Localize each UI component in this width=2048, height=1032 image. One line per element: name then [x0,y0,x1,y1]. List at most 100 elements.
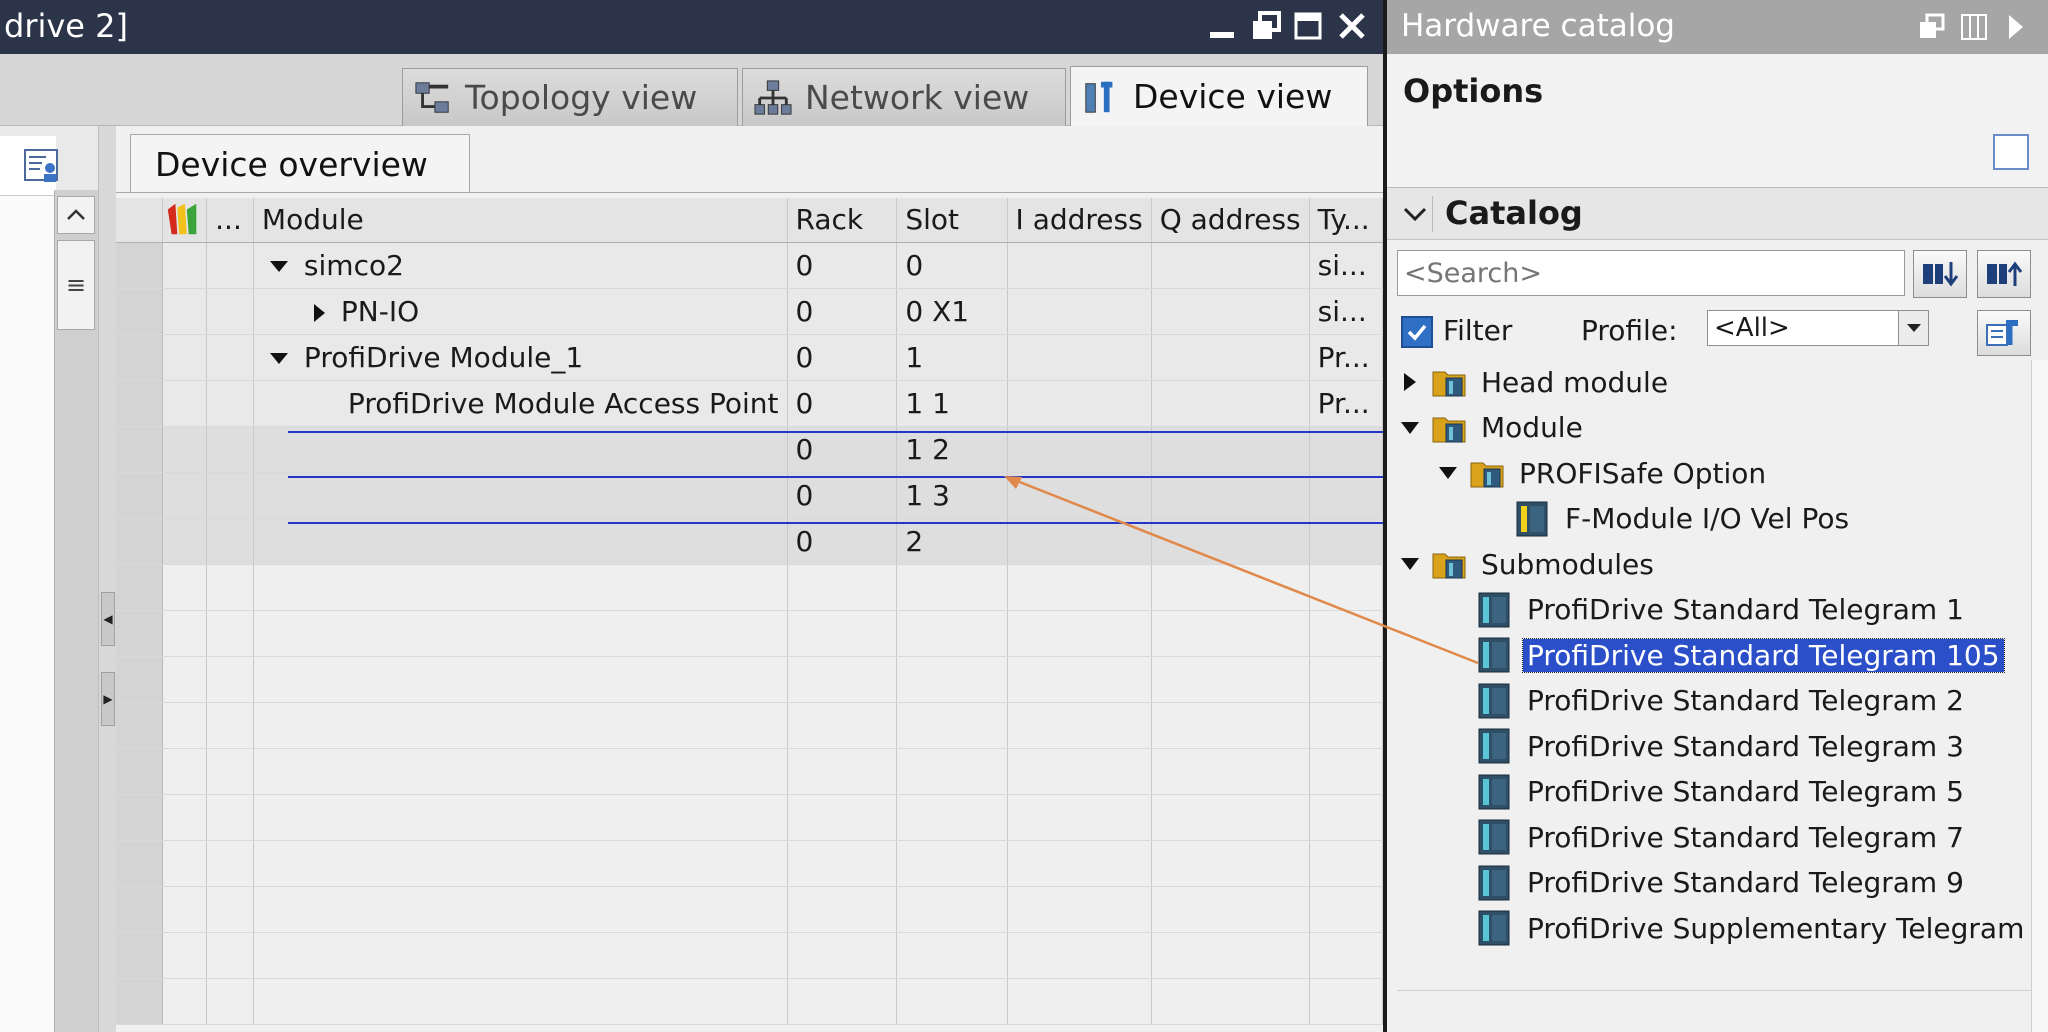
slot-cell[interactable]: 2 [896,518,1008,565]
empty-cell[interactable] [162,840,208,887]
empty-cell[interactable] [1007,702,1152,749]
collapse-pane-icon[interactable] [2001,12,2031,42]
row-header[interactable] [116,564,163,611]
row-header[interactable] [116,334,163,381]
rack-cell[interactable]: 0 [787,518,898,565]
empty-row[interactable] [116,610,1384,657]
type-cell[interactable]: si... [1309,288,1384,335]
empty-cell[interactable] [253,794,788,841]
row-header[interactable] [116,702,163,749]
close-icon[interactable] [1336,10,1368,42]
empty-cell[interactable] [787,978,898,1025]
empty-cell[interactable] [1151,610,1310,657]
row-header[interactable] [116,242,163,289]
empty-cell[interactable] [896,564,1008,611]
tree-item[interactable]: ProfiDrive Supplementary Telegram [1435,906,2028,950]
expand-down-icon[interactable] [1397,415,1423,441]
empty-cell[interactable] [1309,702,1384,749]
row-header[interactable] [116,472,163,519]
empty-cell[interactable] [896,748,1008,795]
empty-cell[interactable] [896,886,1008,933]
tree-folder[interactable]: PROFISafe Option [1435,451,1770,495]
empty-cell[interactable] [1309,932,1384,979]
empty-cell[interactable] [206,610,254,657]
empty-cell[interactable] [1007,748,1152,795]
expand-right-icon[interactable] [313,303,325,322]
empty-row[interactable] [116,840,1384,887]
tree-item[interactable]: ProfiDrive Standard Telegram 105 [1435,633,2005,677]
slot-cell[interactable]: 1 3 [896,472,1008,519]
rack-cell[interactable]: 0 [787,334,898,381]
empty-cell[interactable] [787,840,898,887]
float-pane-icon[interactable] [1917,12,1947,42]
empty-cell[interactable] [1151,656,1310,703]
rack-cell[interactable]: 0 [787,288,898,335]
column-slot[interactable]: Slot [896,198,1008,243]
table-row[interactable]: 02 [116,518,1384,565]
empty-cell[interactable] [253,656,788,703]
empty-cell[interactable] [206,794,254,841]
empty-cell[interactable] [253,886,788,933]
empty-cell[interactable] [1007,656,1152,703]
tree-item[interactable]: ProfiDrive Standard Telegram 7 [1435,815,1968,859]
q-address-cell[interactable] [1151,288,1310,335]
q-address-cell[interactable] [1151,380,1310,427]
scroll-up-icon[interactable] [57,196,95,234]
empty-cell[interactable] [253,840,788,887]
tree-folder[interactable]: Submodules [1397,542,1658,586]
i-address-cell[interactable] [1007,518,1152,565]
empty-cell[interactable] [1007,610,1152,657]
tab-device-view[interactable]: Device view [1070,66,1368,126]
empty-cell[interactable] [162,702,208,749]
empty-cell[interactable] [162,610,208,657]
row-header[interactable] [116,978,163,1025]
empty-cell[interactable] [162,886,208,933]
profile-select[interactable]: <All> [1707,310,1929,346]
slot-cell[interactable]: 0 X1 [896,288,1008,335]
empty-cell[interactable] [1007,978,1152,1025]
slot-cell[interactable]: 1 [896,334,1008,381]
q-address-cell[interactable] [1151,518,1310,565]
empty-cell[interactable] [787,794,898,841]
options-pane-icon[interactable] [1993,134,2029,170]
filter-checkbox[interactable] [1401,316,1433,348]
empty-cell[interactable] [206,656,254,703]
table-row[interactable]: ProfiDrive Module_1 0 1 Pr... [116,334,1384,381]
type-cell[interactable] [1309,518,1384,565]
empty-cell[interactable] [162,932,208,979]
column-rack[interactable]: Rack [787,198,898,243]
row-header[interactable] [116,380,163,427]
module-cell[interactable] [253,472,788,519]
empty-cell[interactable] [1309,748,1384,795]
table-row[interactable]: PN-IO 0 0 X1 si... [116,288,1384,335]
expand-right-icon[interactable]: ▶ [101,672,115,726]
empty-cell[interactable] [1309,564,1384,611]
empty-cell[interactable] [1151,978,1310,1025]
row-header[interactable] [116,840,163,887]
i-address-cell[interactable] [1007,472,1152,519]
empty-cell[interactable] [896,978,1008,1025]
expand-down-icon[interactable] [269,261,288,272]
column-extra[interactable]: ... [206,198,254,243]
module-cell[interactable] [253,518,788,565]
empty-cell[interactable] [1309,886,1384,933]
tree-item[interactable]: ProfiDrive Standard Telegram 2 [1435,679,1968,723]
table-row[interactable]: ProfiDrive Module Access Point 0 1 1 Pr... [116,380,1384,427]
empty-row[interactable] [116,656,1384,703]
empty-cell[interactable] [1151,748,1310,795]
empty-cell[interactable] [162,748,208,795]
empty-cell[interactable] [1007,564,1152,611]
q-address-cell[interactable] [1151,242,1310,289]
tree-item[interactable]: ProfiDrive Standard Telegram 5 [1435,770,1968,814]
dropdown-arrow-icon[interactable] [1898,311,1928,345]
q-address-cell[interactable] [1151,334,1310,381]
empty-cell[interactable] [206,978,254,1025]
empty-cell[interactable] [162,656,208,703]
expand-down-icon[interactable] [1435,460,1461,486]
tree-folder[interactable]: Module [1397,406,1587,450]
empty-cell[interactable] [1007,840,1152,887]
empty-cell[interactable] [896,794,1008,841]
empty-cell[interactable] [787,610,898,657]
column-module[interactable]: Module [253,198,788,243]
empty-cell[interactable] [896,610,1008,657]
